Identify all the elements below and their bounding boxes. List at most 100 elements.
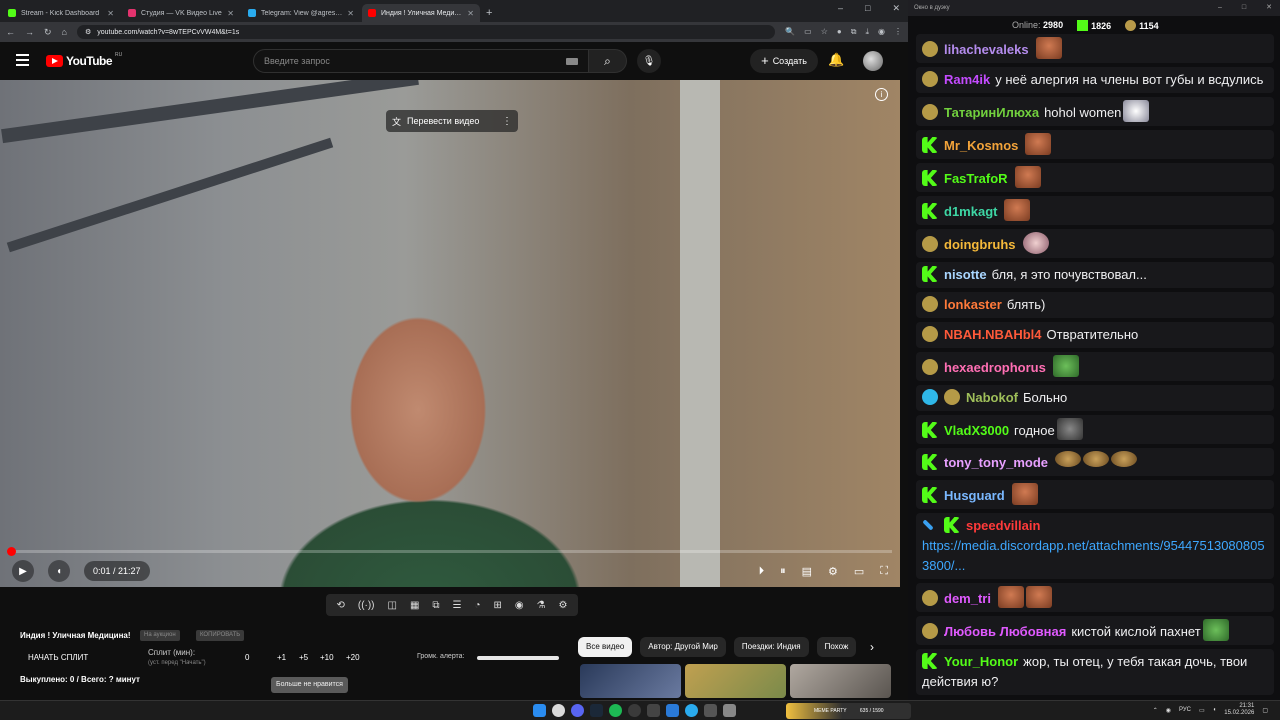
volume-button[interactable]: ◖ xyxy=(48,560,70,582)
flask-icon[interactable]: ⚗ xyxy=(537,600,546,611)
chat-username[interactable]: FasTrafoR xyxy=(944,171,1008,186)
chrome-icon[interactable] xyxy=(552,704,565,717)
reload-icon[interactable]: ↻ xyxy=(44,27,52,38)
chat-username[interactable]: Nabokof xyxy=(966,390,1018,405)
radio-icon[interactable]: ((·)) xyxy=(358,600,375,611)
tab-close-icon[interactable]: ✕ xyxy=(227,9,234,18)
puzzle-icon[interactable]: ⧉ xyxy=(851,27,857,37)
language-indicator[interactable]: РУС xyxy=(1179,707,1191,713)
film-icon[interactable]: ▦ xyxy=(410,600,419,611)
auction-button[interactable]: На аукцион xyxy=(140,630,180,641)
autoplay-toggle-icon[interactable]: ⏵ xyxy=(759,565,765,578)
chip-trips[interactable]: Поездки: Индия xyxy=(733,637,809,657)
chevron-up-icon[interactable]: ⌃ xyxy=(1153,707,1158,714)
app-icon[interactable] xyxy=(723,704,736,717)
list-icon[interactable]: ☰ xyxy=(453,600,462,611)
video-thumbnail[interactable] xyxy=(580,664,681,698)
gear-icon[interactable]: ⚙ xyxy=(559,600,568,611)
site-info-icon[interactable]: ⚙ xyxy=(85,28,91,36)
app-icon[interactable] xyxy=(647,704,660,717)
chevron-right-icon[interactable]: › xyxy=(870,640,874,654)
browser-tab[interactable]: Stream - Kick Dashboard ✕ xyxy=(2,4,120,22)
chip-similar[interactable]: Похож xyxy=(816,637,857,657)
chat-username[interactable]: doingbruhs xyxy=(944,237,1016,252)
close-icon[interactable]: ✕ xyxy=(1266,0,1272,16)
search-button[interactable]: ⌕ xyxy=(589,49,627,73)
chat-username[interactable]: Husguard xyxy=(944,488,1005,503)
browser-tab[interactable]: Telegram: View @agressorR23 ✕ xyxy=(242,4,360,22)
play-button[interactable]: ▶ xyxy=(12,560,34,582)
video-player[interactable]: 文 Перевести видео ⋮ i ▶ ◖ 0:01 / 21:27 ⏵… xyxy=(0,80,900,587)
alert-volume-slider[interactable] xyxy=(477,656,559,660)
chip-author[interactable]: Автор: Другой Мир xyxy=(640,637,726,657)
browser-tab[interactable]: Индия ! Уличная Медицина! ✕ xyxy=(362,4,480,22)
cast-icon[interactable]: ▭ xyxy=(804,27,812,37)
spotify-icon[interactable] xyxy=(609,704,622,717)
youtube-logo[interactable]: YouTube RU xyxy=(46,52,122,68)
tab-close-icon[interactable]: ✕ xyxy=(467,9,474,18)
translate-video-button[interactable]: 文 Перевести видео ⋮ xyxy=(386,110,518,132)
notifications-bell-icon[interactable]: 🔔 xyxy=(828,52,844,68)
chip-all-videos[interactable]: Все видео xyxy=(578,637,633,657)
address-bar[interactable]: ⚙ youtube.com/watch?v=8wTEPCvVW4M&t=1s xyxy=(76,25,776,39)
loop-icon[interactable]: ⟲ xyxy=(336,600,344,611)
start-icon[interactable] xyxy=(533,704,546,717)
subtitles-icon[interactable]: ▤ xyxy=(802,565,812,578)
chat-username[interactable]: dem_tri xyxy=(944,591,991,606)
browser-tab[interactable]: Студия — VK Видео Live ✕ xyxy=(122,4,240,22)
add-screen-icon[interactable]: ⊞ xyxy=(493,600,501,611)
chat-username[interactable]: VladX3000 xyxy=(944,423,1009,438)
bookmark-star-icon[interactable]: ☆ xyxy=(821,27,828,37)
video-thumbnail[interactable] xyxy=(790,664,891,698)
chat-username[interactable]: Your_Honor xyxy=(944,654,1018,669)
increment-button[interactable]: +1 xyxy=(277,653,286,662)
menu-icon[interactable]: ⋮ xyxy=(894,27,902,37)
zoom-icon[interactable]: 🔍 xyxy=(785,27,795,37)
chat-username[interactable]: speedvillain xyxy=(966,518,1040,533)
volume-icon[interactable]: ◖ xyxy=(1213,707,1217,713)
back-icon[interactable]: ← xyxy=(6,27,15,37)
create-button[interactable]: + Создать xyxy=(750,49,818,73)
keyboard-icon[interactable] xyxy=(566,57,578,65)
settings-gear-icon[interactable]: ⚙ xyxy=(828,565,838,578)
steam-icon[interactable] xyxy=(590,704,603,717)
chat-username[interactable]: lihachevaleks xyxy=(944,42,1029,57)
increment-button[interactable]: +10 xyxy=(320,653,334,662)
pause-icon[interactable]: ⏸ xyxy=(780,565,786,578)
chat-username[interactable]: ТатаринИлюха xyxy=(944,105,1039,120)
app-icon[interactable] xyxy=(704,704,717,717)
video-thumbnail[interactable] xyxy=(685,664,786,698)
home-icon[interactable]: ⌂ xyxy=(62,27,67,37)
network-icon[interactable]: ▭ xyxy=(1199,707,1205,714)
camera-icon[interactable]: ◉ xyxy=(515,600,524,611)
chat-username[interactable]: NBAH.NBAHbl4 xyxy=(944,327,1042,342)
close-icon[interactable]: ✕ xyxy=(892,3,900,14)
copy-button[interactable]: КОПИРОВАТЬ xyxy=(196,630,245,641)
telegram-icon[interactable] xyxy=(685,704,698,717)
new-tab-button[interactable]: + xyxy=(486,4,492,22)
chat-username[interactable]: Mr_Kosmos xyxy=(944,138,1018,153)
chat-username[interactable]: nisotte xyxy=(944,267,987,282)
avatar[interactable] xyxy=(863,51,883,71)
screen-eye-icon[interactable]: ◫ xyxy=(388,600,397,611)
chat-username[interactable]: d1mkagt xyxy=(944,204,997,219)
forward-icon[interactable]: → xyxy=(25,27,34,37)
info-icon[interactable]: i xyxy=(875,88,888,101)
increment-button[interactable]: +20 xyxy=(346,653,360,662)
chat-username[interactable]: lonkaster xyxy=(944,297,1002,312)
discord-icon[interactable] xyxy=(571,704,584,717)
voice-search-button[interactable]: 🎙 xyxy=(637,49,661,73)
chat-username[interactable]: tony_tony_mode xyxy=(944,455,1048,470)
chat-username[interactable]: hexaedrophorus xyxy=(944,360,1046,375)
start-split-button[interactable]: НАЧАТЬ СПЛИТ xyxy=(28,653,88,662)
maximize-icon[interactable]: □ xyxy=(865,3,870,14)
increment-button[interactable]: +5 xyxy=(299,653,308,662)
tab-close-icon[interactable]: ✕ xyxy=(107,9,114,18)
obs-icon[interactable] xyxy=(628,704,641,717)
extension-icon[interactable]: ● xyxy=(837,27,842,37)
download-icon[interactable]: ⤓ xyxy=(865,27,869,37)
progress-bar[interactable] xyxy=(6,547,892,556)
chat-username[interactable]: Любовь Любовная xyxy=(944,624,1066,639)
tab-close-icon[interactable]: ✕ xyxy=(347,9,354,18)
app-icon[interactable] xyxy=(666,704,679,717)
